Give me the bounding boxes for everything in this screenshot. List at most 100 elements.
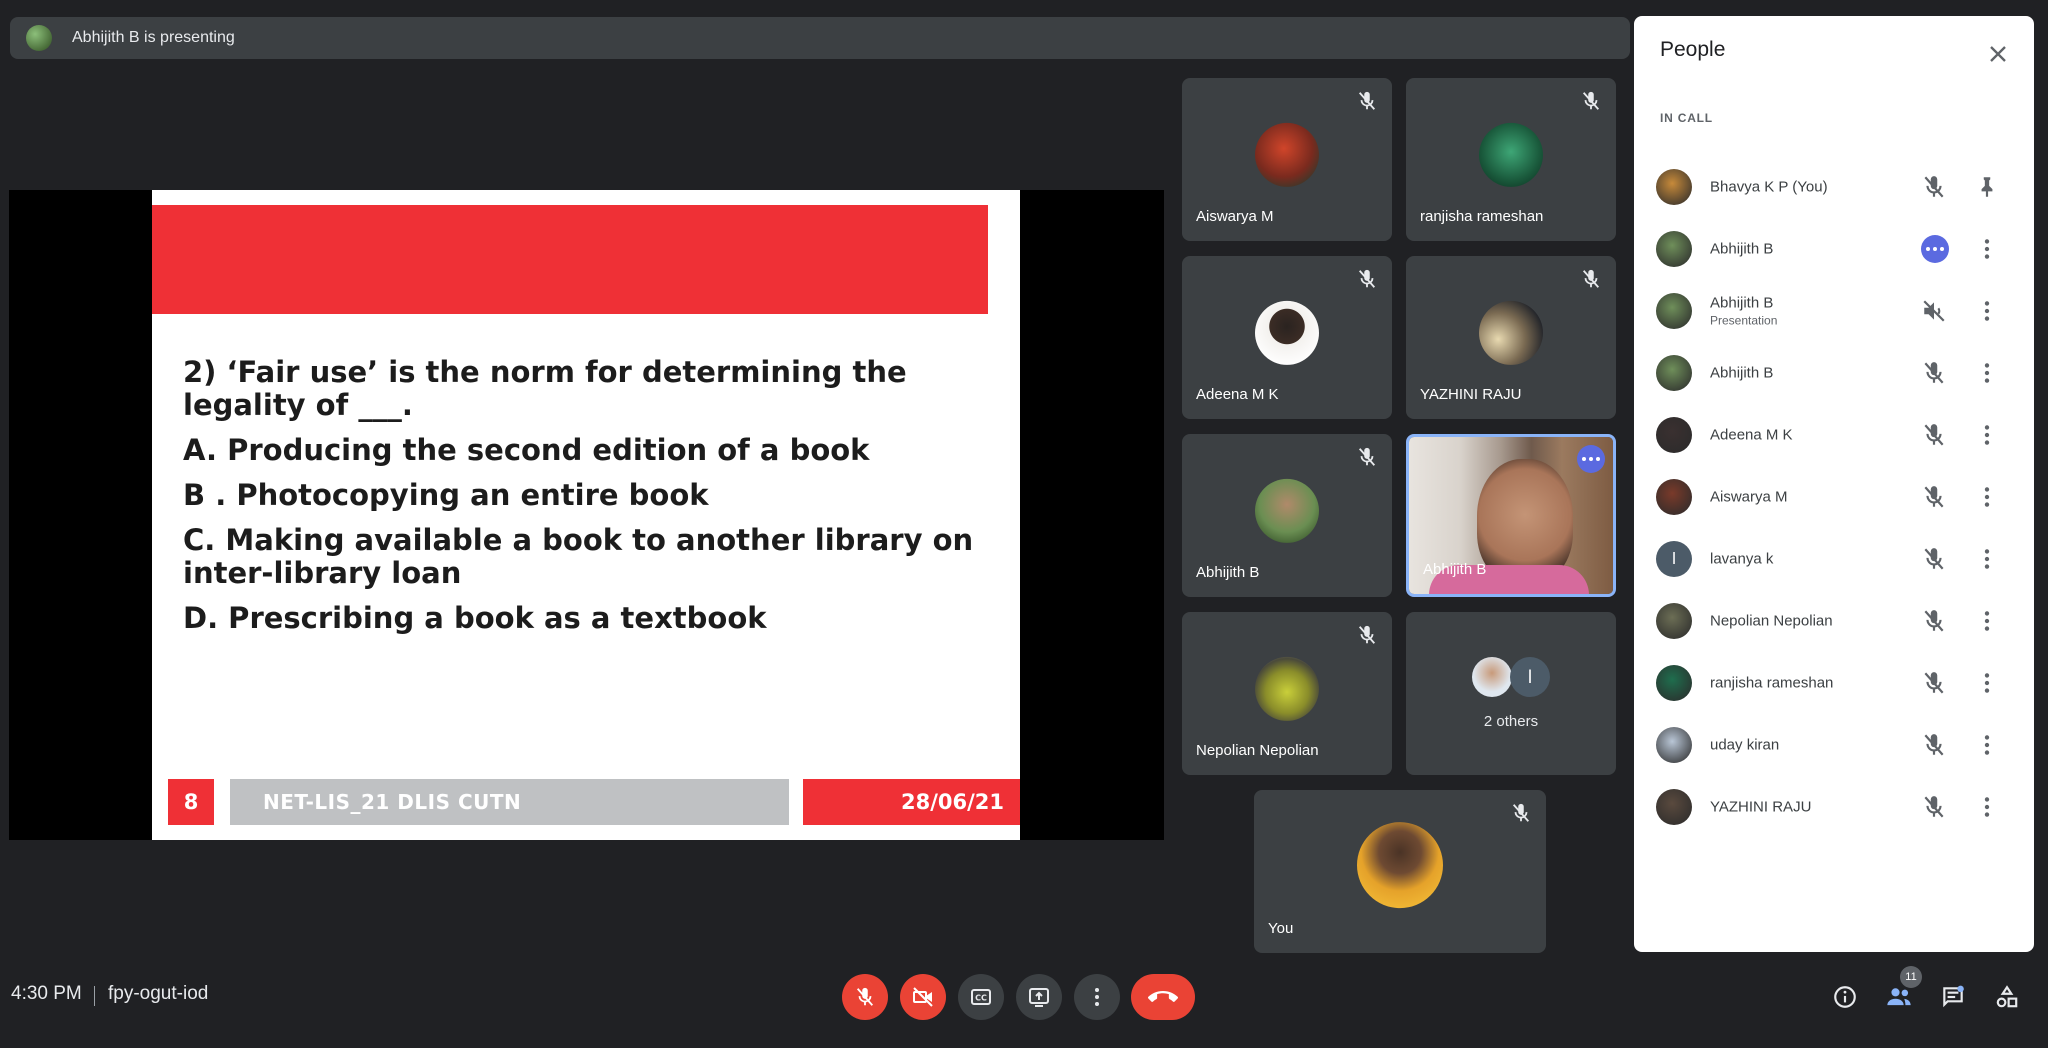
presenter-avatar	[26, 25, 52, 51]
participant-tile[interactable]: Nepolian Nepolian	[1182, 612, 1392, 775]
more-vert-icon[interactable]	[1974, 298, 2000, 324]
mic-off-icon[interactable]	[1921, 732, 1947, 758]
participant-name-text: Abhijith B	[1710, 240, 1774, 258]
mic-off-icon	[1358, 269, 1376, 288]
participant-tile[interactable]: ranjisha rameshan	[1406, 78, 1616, 241]
mic-off-icon[interactable]	[1921, 794, 1947, 820]
participant-tile[interactable]: YAZHINI RAJU	[1406, 256, 1616, 419]
participant-avatar	[1656, 169, 1692, 205]
more-vert-icon[interactable]	[1974, 360, 2000, 386]
info-icon	[1834, 986, 1856, 1008]
panel-title: People	[1660, 38, 1726, 61]
participant-row[interactable]: ranjisha rameshan	[1634, 652, 2034, 714]
mic-off-icon[interactable]	[1921, 360, 1947, 386]
participant-avatar	[1656, 231, 1692, 267]
participant-name: Abhijith B	[1423, 561, 1487, 578]
participant-row[interactable]: Adeena M K	[1634, 404, 2034, 466]
mic-off-icon[interactable]	[1921, 484, 1947, 510]
divider	[94, 986, 95, 1006]
participant-name: You	[1268, 920, 1294, 937]
slide-number: 8	[168, 779, 214, 825]
participant-row[interactable]: Abhijith B	[1634, 342, 2034, 404]
present-screen-icon	[1029, 988, 1049, 1007]
presenting-bar: Abhijith B is presenting	[10, 17, 1630, 59]
participant-name-text: Nepolian Nepolian	[1710, 612, 1833, 630]
mic-off-icon[interactable]	[1921, 422, 1947, 448]
mic-off-icon[interactable]	[1921, 670, 1947, 696]
more-vert-icon[interactable]	[1974, 608, 2000, 634]
mic-off-icon	[1358, 91, 1376, 110]
participant-row[interactable]: YAZHINI RAJU	[1634, 776, 2034, 838]
meeting-details-button[interactable]	[1830, 982, 1860, 1012]
presenting-text: Abhijith B is presenting	[72, 29, 235, 46]
mic-off-icon[interactable]	[1921, 174, 1947, 200]
participant-row[interactable]: Abhijith B Presentation	[1634, 280, 2034, 342]
mic-off-icon	[1358, 625, 1376, 644]
mic-off-icon	[1512, 803, 1530, 822]
others-tile[interactable]: l 2 others	[1406, 612, 1616, 775]
participant-row[interactable]: Bhavya K P (You)	[1634, 156, 2034, 218]
close-icon[interactable]	[1984, 40, 2012, 68]
people-count-badge: 11	[1900, 966, 1922, 988]
mic-off-icon[interactable]	[1921, 608, 1947, 634]
in-call-section-label: IN CALL	[1660, 111, 1713, 125]
participant-avatar	[1656, 479, 1692, 515]
participant-name: Abhijith B	[1196, 564, 1260, 581]
participant-row[interactable]: l lavanya k	[1634, 528, 2034, 590]
participant-name: Adeena M K	[1710, 427, 1793, 444]
participant-name: Nepolian Nepolian	[1196, 742, 1319, 759]
more-vert-icon[interactable]	[1974, 236, 2000, 262]
present-button[interactable]	[1016, 974, 1062, 1020]
participant-name: Bhavya K P (You)	[1710, 179, 1828, 196]
hang-up-icon	[1148, 991, 1178, 1002]
chat-button[interactable]	[1938, 982, 1968, 1012]
speaking-dots-icon	[1921, 235, 1949, 263]
activities-icon	[1996, 985, 2018, 1008]
slide-option-d: D. Prescribing a book as a textbook	[183, 601, 767, 635]
participant-row[interactable]: Abhijith B	[1634, 218, 2034, 280]
more-vert-icon[interactable]	[1974, 670, 2000, 696]
more-options-button[interactable]	[1074, 974, 1120, 1020]
others-avatar-letter: l	[1510, 657, 1550, 697]
captions-button[interactable]: CC	[958, 974, 1004, 1020]
participant-avatar	[1656, 603, 1692, 639]
mic-toggle-button[interactable]	[842, 974, 888, 1020]
participant-tile[interactable]: Adeena M K	[1182, 256, 1392, 419]
slide-date: 28/06/21	[803, 779, 1020, 825]
more-vert-icon[interactable]	[1974, 794, 2000, 820]
participant-row[interactable]: Nepolian Nepolian	[1634, 590, 2034, 652]
participant-name-text: Aiswarya M	[1710, 488, 1788, 506]
self-tile[interactable]: You	[1254, 790, 1546, 953]
mic-off-icon[interactable]	[1921, 546, 1947, 572]
slide-question: 2) ‘Fair use’ is the norm for determinin…	[183, 355, 907, 422]
more-vert-icon[interactable]	[1974, 732, 2000, 758]
participant-avatar	[1656, 355, 1692, 391]
participant-row[interactable]: Aiswarya M	[1634, 466, 2034, 528]
participant-name: Adeena M K	[1196, 386, 1279, 403]
participant-avatar	[1255, 656, 1319, 721]
participant-name-text: Adeena M K	[1710, 426, 1793, 444]
participant-tile[interactable]: Aiswarya M	[1182, 78, 1392, 241]
activities-button[interactable]	[1992, 982, 2022, 1012]
presentation-slide: 2) ‘Fair use’ is the norm for determinin…	[152, 190, 1020, 840]
slide-option-a: A. Producing the second edition of a boo…	[183, 433, 870, 467]
participant-subtitle: Presentation	[1710, 313, 1778, 328]
more-vert-icon[interactable]	[1974, 484, 2000, 510]
participant-tile[interactable]: Abhijith B	[1182, 434, 1392, 597]
participant-name: lavanya k	[1710, 551, 1773, 568]
pin-icon[interactable]	[1974, 174, 2000, 200]
camera-toggle-button[interactable]	[900, 974, 946, 1020]
participant-name-text: YAZHINI RAJU	[1710, 798, 1812, 816]
volume-off-icon[interactable]	[1921, 298, 1947, 324]
more-vert-icon[interactable]	[1974, 422, 2000, 448]
more-vert-icon	[1095, 988, 1099, 1006]
slide-option-c: C. Making available a book to another li…	[183, 523, 974, 590]
participant-tile-video[interactable]: Abhijith B	[1406, 434, 1616, 597]
more-vert-icon[interactable]	[1974, 546, 2000, 572]
chat-icon	[1943, 985, 1964, 1008]
end-call-button[interactable]	[1131, 974, 1195, 1020]
participant-name-text: uday kiran	[1710, 736, 1780, 754]
others-label: 2 others	[1483, 713, 1539, 730]
participant-row[interactable]: uday kiran	[1634, 714, 2034, 776]
participant-avatar	[1656, 293, 1692, 329]
